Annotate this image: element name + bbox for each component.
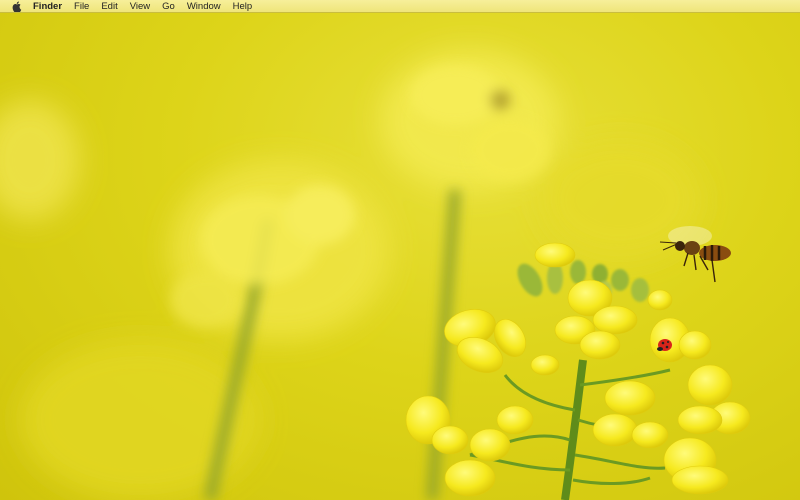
menu-go[interactable]: Go — [162, 0, 175, 13]
menu-app-finder[interactable]: Finder — [33, 0, 62, 13]
bee-graphic — [659, 226, 731, 283]
wallpaper-image — [0, 50, 751, 500]
menu-help[interactable]: Help — [233, 0, 253, 13]
menu-file[interactable]: File — [74, 0, 89, 13]
menu-bar: Finder File Edit View Go Window Help — [0, 0, 800, 13]
desktop-wallpaper[interactable] — [0, 0, 800, 500]
menu-edit[interactable]: Edit — [101, 0, 117, 13]
desktop-screen: Finder File Edit View Go Window Help — [0, 0, 800, 500]
menu-window[interactable]: Window — [187, 0, 221, 13]
menu-view[interactable]: View — [130, 0, 150, 13]
apple-logo-icon[interactable] — [11, 0, 23, 12]
